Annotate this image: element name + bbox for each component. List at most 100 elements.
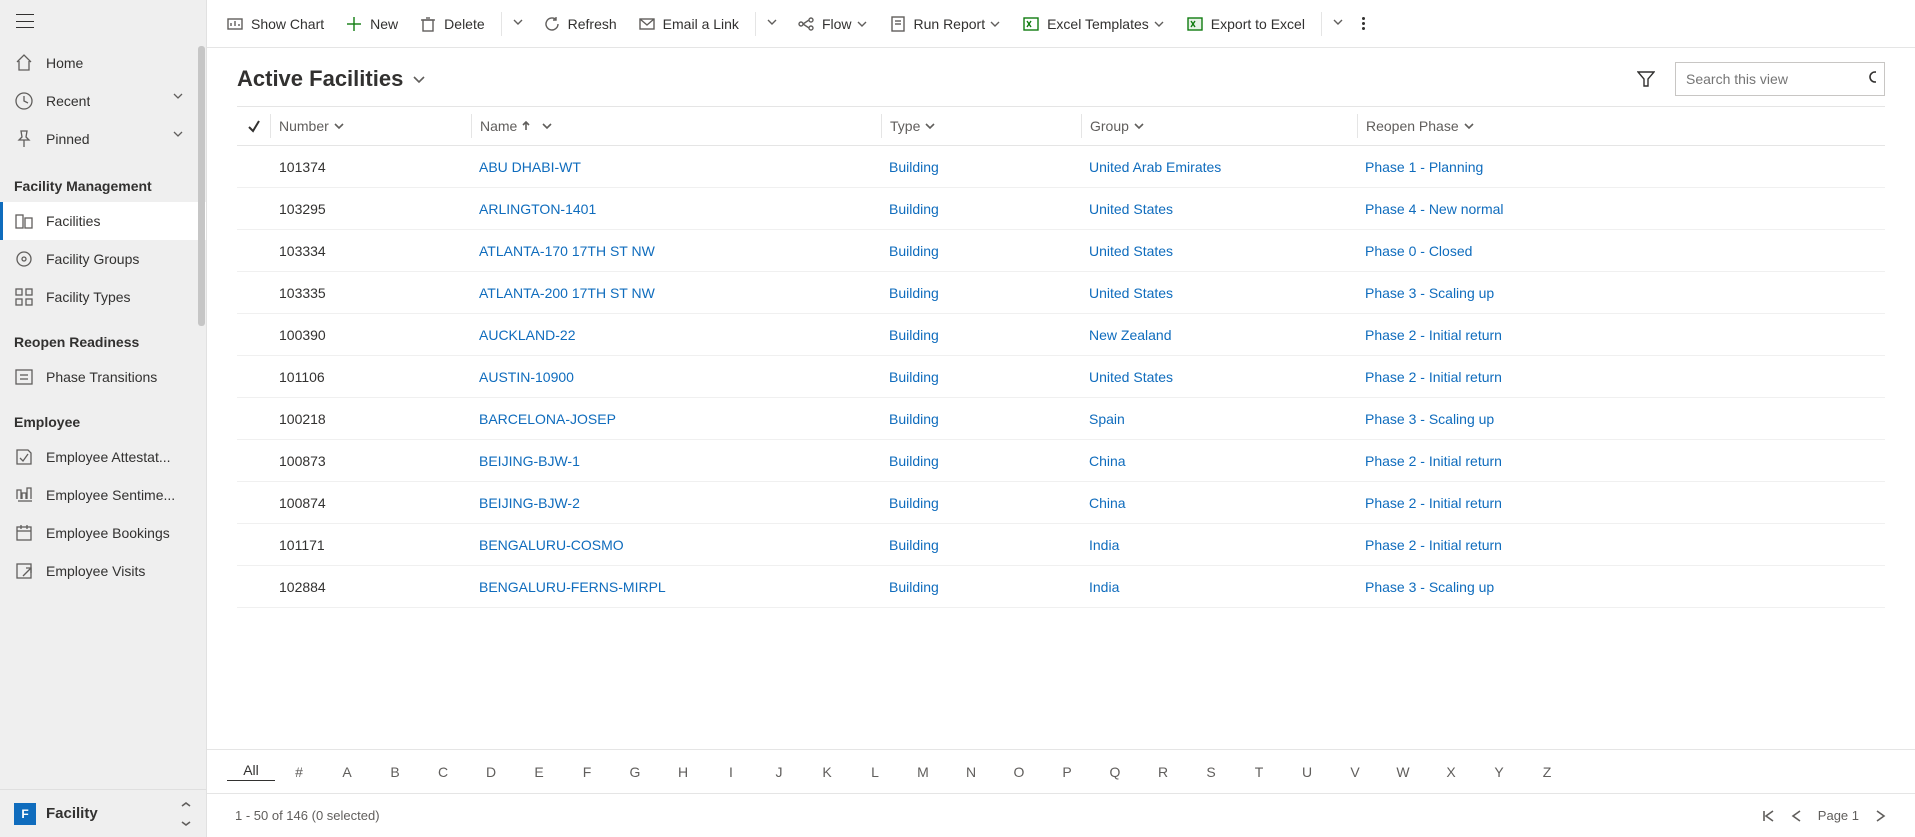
alpha-Q[interactable]: Q (1091, 764, 1139, 780)
view-selector[interactable]: Active Facilities (237, 66, 427, 92)
cell-name-link[interactable]: ATLANTA-200 17TH ST NW (471, 285, 881, 301)
cell-group-link[interactable]: United States (1081, 369, 1357, 385)
cell-type-link[interactable]: Building (881, 495, 1081, 511)
cell-name-link[interactable]: ABU DHABI-WT (471, 159, 881, 175)
delete-split-button[interactable] (508, 6, 532, 42)
column-header-number[interactable]: Number (271, 114, 471, 138)
search-input-wrapper[interactable] (1675, 62, 1885, 96)
nav-emp-attest[interactable]: Employee Attestat... (0, 438, 206, 476)
cell-name-link[interactable]: BENGALURU-COSMO (471, 537, 881, 553)
alpha-A[interactable]: A (323, 764, 371, 780)
cell-phase-link[interactable]: Phase 2 - Initial return (1357, 369, 1885, 385)
nav-emp-sentiment[interactable]: Employee Sentime... (0, 476, 206, 514)
cell-type-link[interactable]: Building (881, 201, 1081, 217)
cell-group-link[interactable]: United States (1081, 201, 1357, 217)
sidebar-scrollbar[interactable] (198, 46, 205, 326)
alpha-T[interactable]: T (1235, 764, 1283, 780)
cell-phase-link[interactable]: Phase 2 - Initial return (1357, 327, 1885, 343)
nav-phase-transitions[interactable]: Phase Transitions (0, 358, 206, 396)
nav-facilities[interactable]: Facilities (0, 202, 206, 240)
nav-pinned[interactable]: Pinned (0, 120, 206, 158)
refresh-button[interactable]: Refresh (534, 6, 627, 42)
cell-group-link[interactable]: China (1081, 453, 1357, 469)
alpha-G[interactable]: G (611, 764, 659, 780)
alpha-Y[interactable]: Y (1475, 764, 1523, 780)
nav-facility-types[interactable]: Facility Types (0, 278, 206, 316)
alpha-H[interactable]: H (659, 764, 707, 780)
alpha-#[interactable]: # (275, 764, 323, 780)
hamburger-button[interactable] (0, 0, 206, 42)
filter-button[interactable] (1631, 64, 1661, 94)
cell-name-link[interactable]: BEIJING-BJW-2 (471, 495, 881, 511)
cell-phase-link[interactable]: Phase 4 - New normal (1357, 201, 1885, 217)
alpha-B[interactable]: B (371, 764, 419, 780)
table-row[interactable]: 100873BEIJING-BJW-1BuildingChinaPhase 2 … (237, 440, 1885, 482)
next-page-button[interactable] (1873, 809, 1887, 823)
table-row[interactable]: 101106AUSTIN-10900BuildingUnited StatesP… (237, 356, 1885, 398)
cell-group-link[interactable]: China (1081, 495, 1357, 511)
cell-phase-link[interactable]: Phase 2 - Initial return (1357, 495, 1885, 511)
alpha-X[interactable]: X (1427, 764, 1475, 780)
cell-name-link[interactable]: ARLINGTON-1401 (471, 201, 881, 217)
table-row[interactable]: 103295ARLINGTON-1401BuildingUnited State… (237, 188, 1885, 230)
cell-phase-link[interactable]: Phase 2 - Initial return (1357, 453, 1885, 469)
cell-type-link[interactable]: Building (881, 159, 1081, 175)
nav-emp-visits[interactable]: Employee Visits (0, 552, 206, 590)
cell-type-link[interactable]: Building (881, 369, 1081, 385)
nav-emp-bookings[interactable]: Employee Bookings (0, 514, 206, 552)
sidebar-app-switcher[interactable]: F Facility (0, 789, 206, 837)
cell-type-link[interactable]: Building (881, 243, 1081, 259)
alpha-O[interactable]: O (995, 764, 1043, 780)
column-header-type[interactable]: Type (881, 114, 1081, 138)
cell-type-link[interactable]: Building (881, 537, 1081, 553)
alpha-P[interactable]: P (1043, 764, 1091, 780)
run-report-button[interactable]: Run Report (880, 6, 1012, 42)
cell-name-link[interactable]: AUCKLAND-22 (471, 327, 881, 343)
table-row[interactable]: 101171BENGALURU-COSMOBuildingIndiaPhase … (237, 524, 1885, 566)
cell-type-link[interactable]: Building (881, 579, 1081, 595)
prev-page-button[interactable] (1790, 809, 1804, 823)
cell-group-link[interactable]: India (1081, 579, 1357, 595)
cell-name-link[interactable]: BARCELONA-JOSEP (471, 411, 881, 427)
cell-type-link[interactable]: Building (881, 285, 1081, 301)
excel-templates-button[interactable]: Excel Templates (1013, 6, 1175, 42)
nav-home[interactable]: Home (0, 44, 206, 82)
table-row[interactable]: 100390AUCKLAND-22BuildingNew ZealandPhas… (237, 314, 1885, 356)
alpha-Z[interactable]: Z (1523, 764, 1571, 780)
cell-phase-link[interactable]: Phase 3 - Scaling up (1357, 285, 1885, 301)
show-chart-button[interactable]: Show Chart (217, 6, 334, 42)
alpha-N[interactable]: N (947, 764, 995, 780)
table-row[interactable]: 102884BENGALURU-FERNS-MIRPLBuildingIndia… (237, 566, 1885, 608)
cell-phase-link[interactable]: Phase 3 - Scaling up (1357, 411, 1885, 427)
cell-group-link[interactable]: United States (1081, 243, 1357, 259)
table-row[interactable]: 103335ATLANTA-200 17TH ST NWBuildingUnit… (237, 272, 1885, 314)
cell-type-link[interactable]: Building (881, 411, 1081, 427)
search-input[interactable] (1684, 70, 1869, 88)
alpha-M[interactable]: M (899, 764, 947, 780)
cell-name-link[interactable]: AUSTIN-10900 (471, 369, 881, 385)
export-excel-button[interactable]: Export to Excel (1177, 6, 1315, 42)
column-header-name[interactable]: Name (471, 114, 881, 138)
select-all-checkbox[interactable] (237, 114, 271, 138)
cell-group-link[interactable]: United Arab Emirates (1081, 159, 1357, 175)
alpha-U[interactable]: U (1283, 764, 1331, 780)
cell-phase-link[interactable]: Phase 1 - Planning (1357, 159, 1885, 175)
cell-name-link[interactable]: ATLANTA-170 17TH ST NW (471, 243, 881, 259)
cell-type-link[interactable]: Building (881, 453, 1081, 469)
alpha-K[interactable]: K (803, 764, 851, 780)
nav-recent[interactable]: Recent (0, 82, 206, 120)
cell-phase-link[interactable]: Phase 2 - Initial return (1357, 537, 1885, 553)
alpha-E[interactable]: E (515, 764, 563, 780)
table-row[interactable]: 100218BARCELONA-JOSEPBuildingSpainPhase … (237, 398, 1885, 440)
nav-facility-groups[interactable]: Facility Groups (0, 240, 206, 278)
alpha-V[interactable]: V (1331, 764, 1379, 780)
cell-group-link[interactable]: India (1081, 537, 1357, 553)
export-excel-split-button[interactable] (1328, 6, 1352, 42)
new-button[interactable]: New (336, 6, 408, 42)
email-link-split-button[interactable] (762, 6, 786, 42)
email-link-button[interactable]: Email a Link (629, 6, 749, 42)
table-row[interactable]: 103334ATLANTA-170 17TH ST NWBuildingUnit… (237, 230, 1885, 272)
cell-type-link[interactable]: Building (881, 327, 1081, 343)
table-row[interactable]: 101374ABU DHABI-WTBuildingUnited Arab Em… (237, 146, 1885, 188)
cell-phase-link[interactable]: Phase 0 - Closed (1357, 243, 1885, 259)
